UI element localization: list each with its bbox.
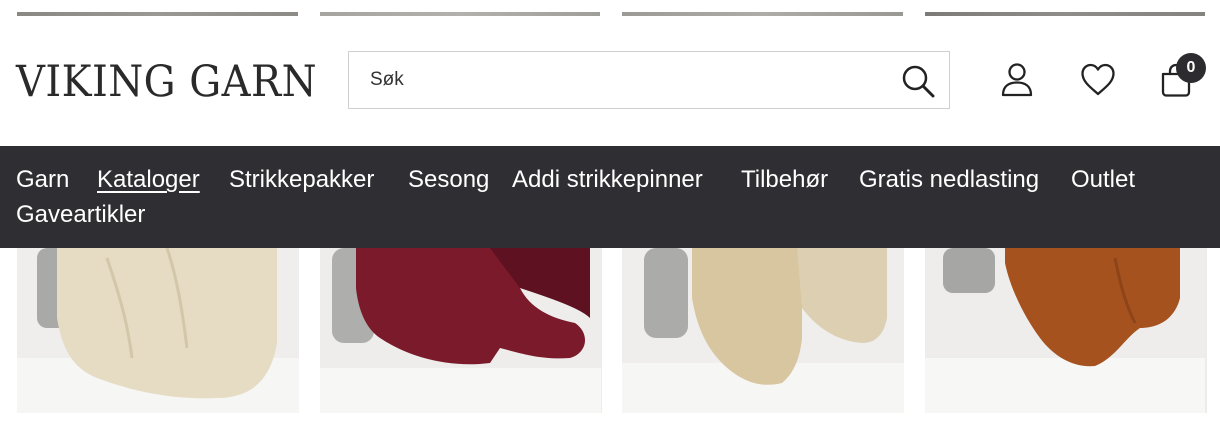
nav-item-gratis-nedlasting[interactable]: Gratis nedlasting bbox=[859, 165, 1039, 195]
product-image-top-4 bbox=[925, 12, 1205, 16]
nav-item-strikkepakker[interactable]: Strikkepakker bbox=[229, 165, 374, 195]
search-icon[interactable] bbox=[901, 64, 935, 98]
user-account-icon[interactable] bbox=[999, 62, 1035, 98]
nav-item-addi-strikkepinner[interactable]: Addi strikkepinner bbox=[512, 165, 703, 195]
product-image-cream-dishcloth[interactable] bbox=[17, 248, 299, 413]
heart-icon[interactable] bbox=[1080, 62, 1116, 98]
nav-item-tilbehor[interactable]: Tilbehør bbox=[741, 165, 828, 195]
nav-item-outlet[interactable]: Outlet bbox=[1071, 165, 1135, 195]
search-box bbox=[348, 51, 950, 109]
nav-item-garn[interactable]: Garn bbox=[16, 165, 69, 195]
product-image-beige-dishcloth[interactable] bbox=[622, 248, 904, 413]
search-input[interactable] bbox=[349, 52, 889, 108]
product-image-rust-dishcloth[interactable] bbox=[925, 248, 1207, 413]
product-image-top-1 bbox=[17, 12, 298, 16]
main-navigation: Garn Kataloger Strikkepakker Sesong Addi… bbox=[0, 146, 1220, 248]
nav-item-gaveartikler[interactable]: Gaveartikler bbox=[16, 200, 145, 230]
nav-item-sesong[interactable]: Sesong bbox=[408, 165, 489, 195]
product-image-burgundy-dishcloth[interactable] bbox=[320, 248, 602, 413]
product-image-top-2 bbox=[320, 12, 600, 16]
nav-item-kataloger[interactable]: Kataloger bbox=[97, 165, 200, 195]
cart-count-badge: 0 bbox=[1176, 53, 1206, 83]
product-image-top-3 bbox=[622, 12, 903, 16]
site-logo[interactable]: VIKING GARN bbox=[16, 58, 317, 106]
